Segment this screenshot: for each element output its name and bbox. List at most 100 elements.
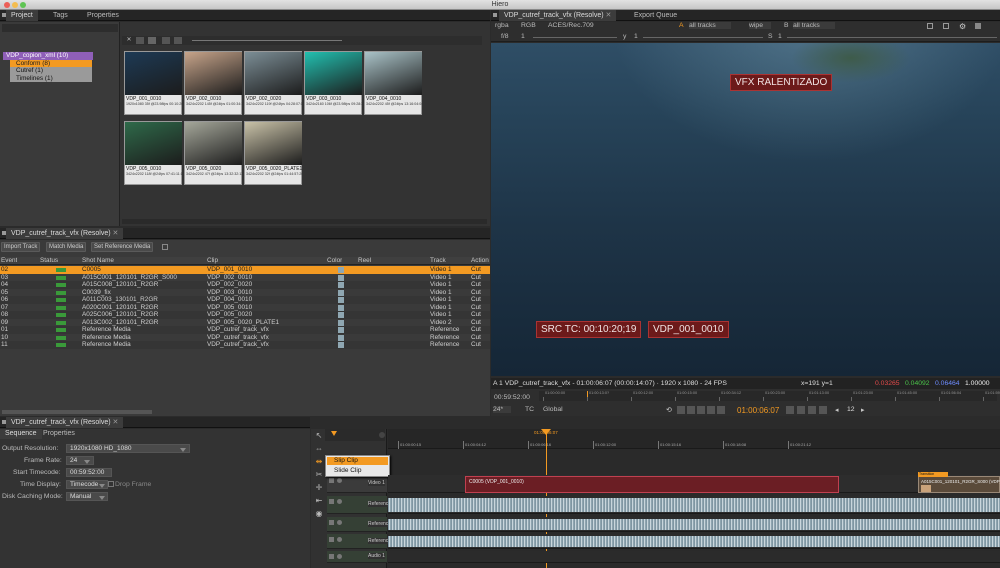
exposure-value[interactable]: 1 (521, 33, 525, 40)
multi-select-tool-icon[interactable]: ⇔ (314, 444, 324, 454)
colorspace-select[interactable]: RGB (521, 22, 536, 29)
media-thumbnail[interactable]: VDP_002_0020 3424x2202 119f @24fps 04:28:… (244, 51, 302, 115)
bin-timelines[interactable]: Timelines (1) (10, 74, 92, 82)
header-event[interactable]: Event (1, 257, 17, 265)
header-color[interactable]: Color (327, 257, 342, 265)
lock-icon[interactable] (329, 478, 334, 483)
header-clip[interactable]: Clip (207, 257, 218, 265)
detail-view-icon[interactable] (162, 37, 170, 44)
saturation-value[interactable]: 1 (778, 33, 782, 40)
media-thumbnail[interactable]: VDP_005_0010 3424x2202 118f @24fps 07:41:… (124, 121, 182, 185)
step-back-icon[interactable] (697, 406, 705, 414)
frame-increment[interactable]: 12 (847, 406, 855, 413)
saturation-slider[interactable] (787, 37, 997, 38)
start-timecode-input[interactable]: 00:59:52:00 (66, 468, 112, 477)
viewer-ruler[interactable]: 01:00:00:00 01:00:13:0? 01:00:12:00 01:00:1… (539, 391, 1000, 401)
header-shot-name[interactable]: Shot Name (82, 257, 114, 265)
tab-export-queue[interactable]: Export Queue (629, 10, 682, 21)
media-thumbnail[interactable]: VDP_002_0010 3424x2202 145f @24fps 01:00:… (184, 51, 242, 115)
input-b-label[interactable]: B (784, 22, 789, 29)
timeline-clip[interactable]: C0005 (VDP_001_0010) (465, 476, 839, 493)
close-icon[interactable]: ✕ (113, 419, 119, 426)
previous-edit-icon[interactable] (687, 406, 695, 414)
current-timecode[interactable]: 01:00:06:07 (737, 406, 779, 415)
subtab-properties[interactable]: Properties (38, 429, 80, 439)
tc-mode-select[interactable]: TC (525, 406, 534, 413)
time-display-select[interactable]: Timecode (66, 480, 108, 489)
media-thumbnail[interactable]: VDP_005_0020 3424x2202 47f @24fps 13:32:3… (184, 121, 242, 185)
lock-icon[interactable] (329, 499, 334, 504)
channel-select[interactable]: rgba (495, 22, 509, 29)
global-select[interactable]: Global (543, 406, 563, 413)
compare-icon[interactable] (943, 23, 949, 29)
table-row[interactable]: 01 Reference Media VDP_cutref_track_vfx Ref… (0, 326, 490, 334)
step-back-frame-icon[interactable] (717, 406, 725, 414)
bin-scrollbar[interactable] (122, 219, 487, 224)
view-options-icon[interactable]: ✕ (124, 35, 134, 45)
timeline-clip[interactable]: A015C001_120101_R2GR_S000 (VDP_ (918, 476, 1000, 493)
options-icon[interactable] (162, 244, 168, 250)
loop-icon[interactable]: ⟲ (666, 406, 672, 414)
close-icon[interactable]: ✕ (606, 12, 612, 19)
input-a-label[interactable]: A (679, 22, 684, 29)
lut-select[interactable]: ACES/Rec.709 (548, 22, 594, 29)
pointer-tool-icon[interactable]: ↖ (314, 431, 324, 441)
fps-select[interactable]: 24* (493, 406, 511, 413)
step-forward-icon[interactable] (797, 406, 805, 414)
match-media-button[interactable]: Match Media (46, 242, 87, 252)
next-edit-icon[interactable] (808, 406, 816, 414)
tracks-a-select[interactable]: all tracks (689, 22, 731, 29)
visibility-icon[interactable] (337, 478, 342, 483)
track-header[interactable]: Video 1 (327, 475, 387, 493)
visibility-icon[interactable] (337, 499, 342, 504)
track-header[interactable]: Reference (327, 534, 392, 549)
tab-viewer[interactable]: VDP_cutref_track_vfx (Resolve) ✕ (499, 10, 617, 21)
tab-project[interactable]: Project (6, 10, 38, 21)
drop-frame-checkbox[interactable] (108, 481, 114, 487)
forward-frames-icon[interactable]: ▸ (861, 406, 865, 414)
in-timecode[interactable]: 00:59:52:00 (494, 394, 530, 401)
table-row[interactable]: 11 Reference Media VDP_cutref_track_vfx Ref… (0, 341, 490, 349)
bin-conform[interactable]: Conform (8) (10, 59, 92, 67)
play-backward-icon[interactable] (707, 406, 715, 414)
subtab-sequence[interactable]: Sequence (0, 429, 42, 439)
slip-tool-icon[interactable]: ⇹ (314, 457, 324, 467)
tab-properties[interactable]: Properties (82, 10, 124, 21)
grid-view-icon[interactable] (174, 37, 182, 44)
play-icon[interactable] (786, 406, 794, 414)
frame-rate-select[interactable]: 24 (66, 456, 94, 465)
media-thumbnail[interactable]: VDP_005_0020_PLATE1 3424x2202 32f @24fps … (244, 121, 302, 185)
go-to-end-icon[interactable] (819, 406, 827, 414)
tab-tags[interactable]: Tags (48, 10, 73, 21)
header-action[interactable]: Action (471, 257, 489, 265)
tab-sequence-list[interactable]: VDP_cutref_track_vfx (Resolve) ✕ (6, 228, 124, 239)
lock-icon[interactable] (329, 554, 334, 559)
gamma-value[interactable]: 1 (634, 33, 638, 40)
fstop-select[interactable]: f/8 (501, 33, 509, 40)
lock-icon[interactable] (329, 520, 334, 525)
media-thumbnail[interactable]: VDP_004_0010 3424x2202 45f @24fps 13:16:0… (364, 51, 422, 115)
marker-icon[interactable] (331, 431, 337, 436)
header-reel[interactable]: Reel (358, 257, 371, 265)
record-icon[interactable] (379, 432, 385, 438)
media-thumbnail[interactable]: VDP_001_0010 1920x1080 35f @23.98fps 00:1… (124, 51, 182, 115)
transition-marker[interactable]: Transition (918, 472, 948, 477)
table-row[interactable]: 07 A020C001_120101_R2GR VDP_005_0010 Video … (0, 303, 490, 311)
disk-caching-select[interactable]: Manual (66, 492, 108, 501)
bin-cutref[interactable]: Cutref (1) (10, 67, 92, 75)
track-header[interactable]: Audio 1 (327, 551, 387, 563)
table-row[interactable]: 05 C0039_fix VDP_003_0010 Video 1 Cut (0, 288, 490, 296)
track-header[interactable]: Reference (327, 496, 392, 514)
table-row[interactable]: 04 A015C008_120101_R2GR VDP_002_0020 Video … (0, 281, 490, 289)
thumbnail-view-icon[interactable] (148, 37, 156, 44)
razor-tool-icon[interactable]: ✂ (314, 470, 324, 480)
table-row[interactable]: 08 A025C006_120101_R2GR VDP_005_0020 Video … (0, 311, 490, 319)
menu-slip-clip[interactable]: Slip Clip (327, 457, 388, 465)
gear-icon[interactable]: ⚙ (959, 22, 966, 31)
header-track[interactable]: Track (430, 257, 446, 265)
panel-menu-icon[interactable] (493, 13, 497, 17)
horizontal-scrollbar[interactable] (2, 410, 152, 414)
zoom-tool-icon[interactable]: ◉ (314, 509, 324, 519)
timeline-ruler[interactable]: 01:00:00:15 01:00:04:12 01:00:06:16 01:00:1… (388, 429, 1000, 449)
rewind-frames-icon[interactable]: ◂ (835, 406, 839, 414)
